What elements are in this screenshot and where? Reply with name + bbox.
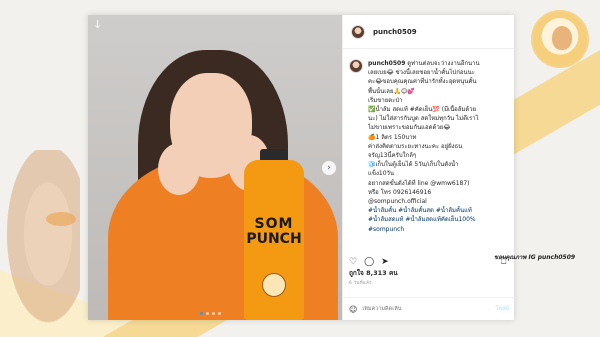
- caption-line: punch0509 ดูท่านต่ลบจะว่างงานอีกนาน: [368, 60, 480, 67]
- post-button[interactable]: โพสต์: [495, 305, 509, 313]
- next-arrow-icon[interactable]: ›: [322, 161, 336, 175]
- heart-icon[interactable]: ♡: [349, 257, 357, 267]
- header-username[interactable]: punch0509: [373, 28, 417, 36]
- caption-avatar[interactable]: [349, 59, 363, 73]
- caption-line[interactable]: #sompunch: [368, 225, 508, 234]
- caption-line: พื้นนั้นเลย🙏😊💕: [368, 87, 415, 95]
- caption-username[interactable]: punch0509: [368, 60, 405, 67]
- caption-line: ค่าส่งคิดตามระยะทางนะคะ อยู่ฝั่งธน: [368, 142, 463, 150]
- bottle-label-line2: PUNCH: [246, 231, 302, 247]
- post-details: punch0509 punch0509 ดูท่านต่ลบจะว่างงานอ…: [342, 15, 515, 320]
- caption-line: แข็ง10วัน: [368, 170, 395, 178]
- caption-line: จรัญ13นี้ครับใกล้ๆ: [368, 152, 417, 160]
- caption-line[interactable]: #น้ำส้มสดแท้ #น้ำส้มสดแท้คัดเย็น100%: [368, 215, 508, 224]
- channel-logo: [531, 10, 589, 68]
- comment-bar: ☺ โพสต์: [343, 297, 515, 320]
- photo-credit: ขอบคุณภาพ IG punch0509: [494, 254, 576, 261]
- posted-time: 6 วันที่แล้ว: [349, 281, 372, 286]
- background-eye-image: [46, 212, 76, 226]
- carousel-dot: [218, 312, 221, 315]
- bottle-logo: [262, 273, 286, 297]
- caption-line: 🍊1 ลิตร 150บาท: [368, 133, 417, 141]
- post-photo[interactable]: SOM PUNCH ↓ ›: [88, 15, 342, 320]
- background-face-image: [0, 150, 80, 337]
- bottle-label-line1: SOM: [254, 216, 294, 232]
- likes-count[interactable]: ถูกใจ 8,313 คน: [349, 268, 398, 278]
- caption-line: อยากสดขั้นดั่งได้ที่ line @wmw6187): [368, 179, 470, 187]
- caption-line: 🧊เก็บในตู้เย็นได้ 5วัน/เก็บในตังน้ำ: [368, 161, 459, 169]
- caption: punch0509 ดูท่านต่ลบจะว่างงานอีกนานเลยเบ…: [349, 59, 511, 249]
- carousel-dots: [200, 312, 221, 315]
- caption-text: punch0509 ดูท่านต่ลบจะว่างงานอีกนานเลยเบ…: [368, 59, 508, 249]
- caption-line: หรือ โทร 0926146916: [368, 188, 432, 196]
- download-icon[interactable]: ↓: [93, 18, 102, 31]
- share-icon[interactable]: ➤: [381, 257, 389, 267]
- comment-input[interactable]: [362, 306, 491, 312]
- carousel-dot: [200, 312, 203, 315]
- logo-face: [552, 26, 572, 50]
- carousel-dot: [212, 312, 215, 315]
- caption-line: @sompunch.official: [368, 198, 427, 206]
- caption-line: นะ) ไม่ใส่สารกันบูด สดใหม่ทุกวัน ไม่ตีเร…: [368, 115, 479, 123]
- caption-line[interactable]: #น้ำส้มคั้น #น้ำส้มคั้นสด #น้ำส้มคั้นแท้: [368, 206, 508, 215]
- caption-line: ✅น้ำส้ม สดแท้ #คัดเย็น💯 (มีเนื้อส้มด้วย: [368, 106, 477, 114]
- caption-line: เลยเบย😂 ช่วงนี้เลยชอยาน้ำคั้นไปก่อนนะ: [368, 69, 475, 77]
- caption-line: คะ😂ขอบคุณคุณค่าที่น่ารักทั้งะอุดหนุนคั้น: [368, 78, 477, 86]
- avatar[interactable]: [351, 24, 365, 39]
- caption-line: ไม่ขายเพราะขอมกันแอดด้วย😂: [368, 124, 451, 132]
- post-header: punch0509: [343, 15, 514, 49]
- emoji-icon[interactable]: ☺: [349, 305, 357, 314]
- action-bar: ♡ ◯ ➤ ⎕: [349, 257, 506, 267]
- caption-line: เริ่มขายตะป่า: [368, 96, 403, 104]
- photo-left-hand: [158, 143, 200, 195]
- carousel-dot: [206, 312, 209, 315]
- comment-icon[interactable]: ◯: [364, 257, 374, 267]
- instagram-post-card: SOM PUNCH ↓ › punch0509 punch0509 ดูท่าน…: [88, 15, 515, 320]
